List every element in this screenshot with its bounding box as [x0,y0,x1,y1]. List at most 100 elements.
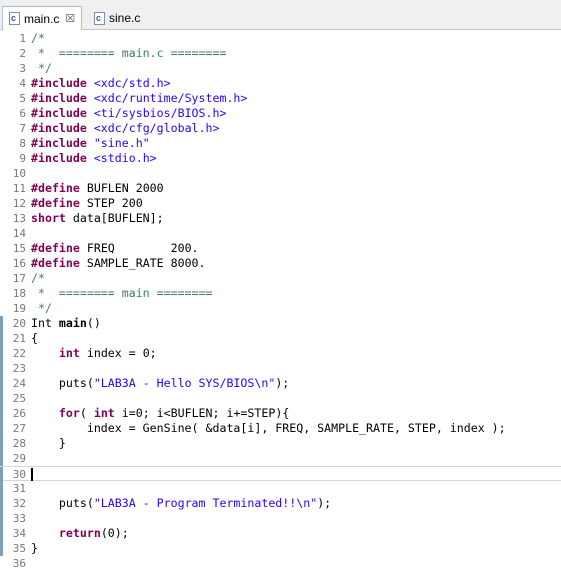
code-line[interactable]: 18 * ======== main ======== [0,286,561,301]
line-number: 23 [12,362,26,375]
code-token: index = 0; [79,346,157,360]
code-line[interactable]: 34 return(0); [0,526,561,541]
code-token: int [93,406,115,420]
line-number: 30 [12,468,26,481]
code-token: for [58,406,80,420]
code-text: #include <stdio.h> [31,151,157,166]
code-line[interactable]: 4 #include <xdc/std.h> [0,76,561,91]
code-line[interactable]: 7 #include <xdc/cfg/global.h> [0,121,561,136]
tab-main-c[interactable]: c main.c ☒ [2,6,82,30]
code-line[interactable]: 16 #define SAMPLE_RATE 8000. [0,256,561,271]
code-text: for( int i=0; i<BUFLEN; i+=STEP){ [31,406,289,421]
code-text: */ [31,61,52,76]
code-text: { [31,331,38,346]
code-token: <xdc/cfg/global.h> [93,121,220,135]
code-line[interactable]: 5 #include <xdc/runtime/System.h> [0,91,561,106]
code-line[interactable]: 8 #include "sine.h" [0,136,561,151]
line-number: 26 [12,407,26,420]
code-line[interactable]: 9 #include <stdio.h> [0,151,561,166]
line-number: 15 [12,242,26,255]
code-token: i=0; i<BUFLEN; i+=STEP){ [114,406,290,420]
line-number: 11 [12,182,26,195]
line-number: 19 [12,302,26,315]
code-line[interactable]: 28 } [0,436,561,451]
code-line[interactable]: 21 { [0,331,561,346]
line-number: 31 [12,482,26,495]
code-text: return(0); [31,526,129,541]
line-number: 24 [12,377,26,390]
line-number: 10 [12,167,26,180]
line-number: 36 [12,557,26,570]
code-line[interactable]: 26 for( int i=0; i<BUFLEN; i+=STEP){ [0,406,561,421]
code-line[interactable]: 25 [0,391,561,406]
code-line[interactable]: 36 [0,556,561,571]
code-line[interactable]: 23 [0,361,561,376]
code-line[interactable]: 29 [0,451,561,466]
code-token: * ======== main ======== [31,286,213,300]
code-line[interactable]: 6 #include <ti/sysbios/BIOS.h> [0,106,561,121]
line-number: 33 [12,512,26,525]
code-token: #include [31,151,87,165]
line-number: 22 [12,347,26,360]
code-text: } [31,436,66,451]
code-text: short data[BUFLEN]; [31,211,164,226]
code-token: */ [31,61,52,75]
code-token: #include [31,121,87,135]
code-token: } [31,541,38,555]
c-file-icon: c [9,12,20,25]
line-number: 35 [12,542,26,555]
code-text: int index = 0; [31,346,157,361]
code-line[interactable]: 19 */ [0,301,561,316]
line-number: 25 [12,392,26,405]
code-token: BUFLEN 2000 [79,181,164,195]
code-line[interactable]: 30 [0,466,561,482]
code-token: puts( [31,376,94,390]
code-line[interactable]: 22 int index = 0; [0,346,561,361]
code-line[interactable]: 31 [0,481,561,496]
code-token: index = GenSine( &data[i], FREQ, SAMPLE_… [31,421,506,435]
code-line[interactable]: 35} [0,541,561,556]
code-text: } [31,541,38,556]
tab-sine-c[interactable]: c sine.c [88,6,148,30]
code-line[interactable]: 17 /* [0,271,561,286]
code-token: } [31,436,66,450]
code-text: * ======== main ======== [31,286,213,301]
code-token: #define [31,196,80,210]
code-token: "LAB3A - Program Terminated!!\n" [93,496,318,510]
code-token: #define [31,256,80,270]
tab-label: sine.c [109,11,141,25]
code-line[interactable]: 13 short data[BUFLEN]; [0,211,561,226]
code-line[interactable]: 20 Int main() [0,316,561,331]
code-line[interactable]: 2 * ======== main.c ======== [0,46,561,61]
code-editor[interactable]: 1/* 2 * ======== main.c ======== 3 */4 #inc… [0,31,561,581]
code-token: <xdc/runtime/System.h> [93,91,248,105]
line-number: 34 [12,527,26,540]
text-caret [31,468,33,481]
code-line[interactable]: 12 #define STEP 200 [0,196,561,211]
code-text: #include "sine.h" [31,136,150,151]
code-line[interactable]: 14 [0,226,561,241]
code-token: (0); [100,526,129,540]
code-token: #include [31,91,87,105]
code-token: <ti/sysbios/BIOS.h> [93,106,227,120]
line-number: 2 [19,47,26,60]
code-token: #include [31,76,87,90]
code-line[interactable]: 32 puts("LAB3A - Program Terminated!!\n"… [0,496,561,511]
code-line[interactable]: 11 #define BUFLEN 2000 [0,181,561,196]
code-text: /* [31,271,45,286]
close-icon[interactable]: ☒ [65,13,75,25]
code-line[interactable]: 33 [0,511,561,526]
code-line[interactable]: 10 [0,166,561,181]
code-line[interactable]: 3 */ [0,61,561,76]
code-line[interactable]: 15 #define FREQ 200. [0,241,561,256]
code-line[interactable]: 27 index = GenSine( &data[i], FREQ, SAMP… [0,421,561,436]
code-line[interactable]: 24 puts("LAB3A - Hello SYS/BIOS\n"); [0,376,561,391]
code-token: puts( [31,496,94,510]
code-line[interactable]: 1 /* [0,31,561,46]
code-token: FREQ 200. [79,241,199,255]
c-file-icon: c [94,11,105,25]
